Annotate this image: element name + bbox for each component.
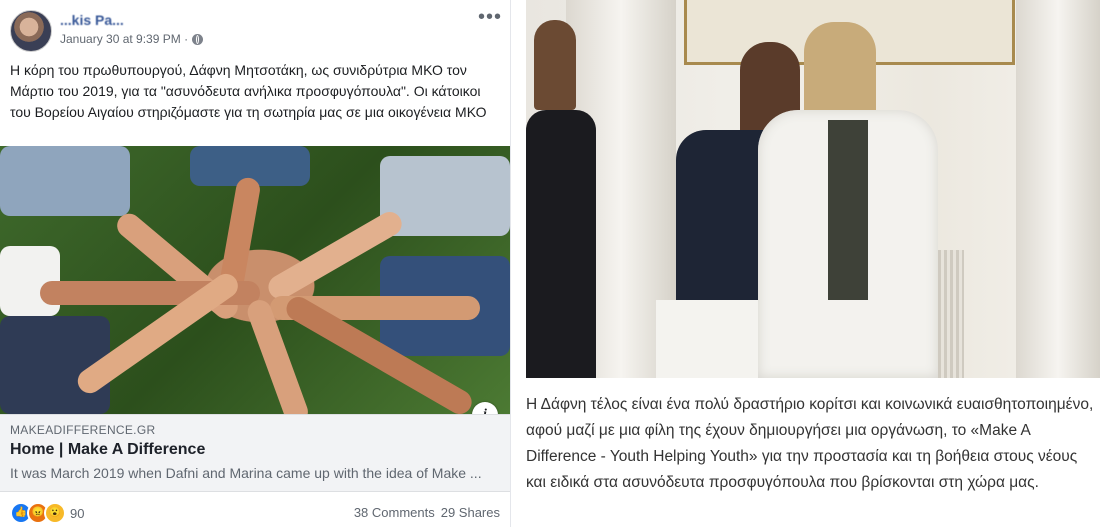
article-photo [526,0,1100,378]
jeans-shape [0,146,130,216]
article-section: Η Δάφνη τέλος είναι ένα πολύ δραστήριο κ… [526,0,1100,527]
person-shape [828,120,868,300]
author-name[interactable]: ...kis Pa... [60,12,124,28]
link-preview[interactable]: MAKEADIFFERENCE.GR Home | Make A Differe… [0,414,510,492]
link-domain: MAKEADIFFERENCE.GR [10,423,156,437]
link-preview-image[interactable] [0,146,510,414]
timestamp[interactable]: January 30 at 9:39 PM · [60,32,188,46]
more-options-icon[interactable]: ••• [478,6,502,29]
person-shape [526,110,596,378]
post-header: ...kis Pa... January 30 at 9:39 PM · ••• [10,6,504,52]
wow-icon: 😮 [44,502,66,524]
person-shape [534,20,576,110]
facebook-post: ...kis Pa... January 30 at 9:39 PM · •••… [0,0,511,527]
link-title[interactable]: Home | Make A Difference [10,441,205,459]
shares-count[interactable]: 29 Shares [441,505,500,520]
post-meta: January 30 at 9:39 PM · [60,32,204,46]
link-description: It was March 2019 when Dafni and Marina … [10,465,482,481]
comments-count[interactable]: 38 Comments [354,505,435,520]
reaction-count: 90 [70,505,85,521]
avatar[interactable] [10,10,52,52]
engagement-counts: 38 Comments 29 Shares [354,505,500,520]
post-text: Η κόρη του πρωθυπουργού, Δάφνη Μητσοτάκη… [10,62,487,120]
reaction-summary[interactable]: 👍 😠 😮 90 [10,502,84,524]
article-caption: Η Δάφνη τέλος είναι ένα πολύ δραστήριο κ… [526,396,1094,491]
globe-icon [192,33,204,45]
pillar-right [1016,0,1100,378]
